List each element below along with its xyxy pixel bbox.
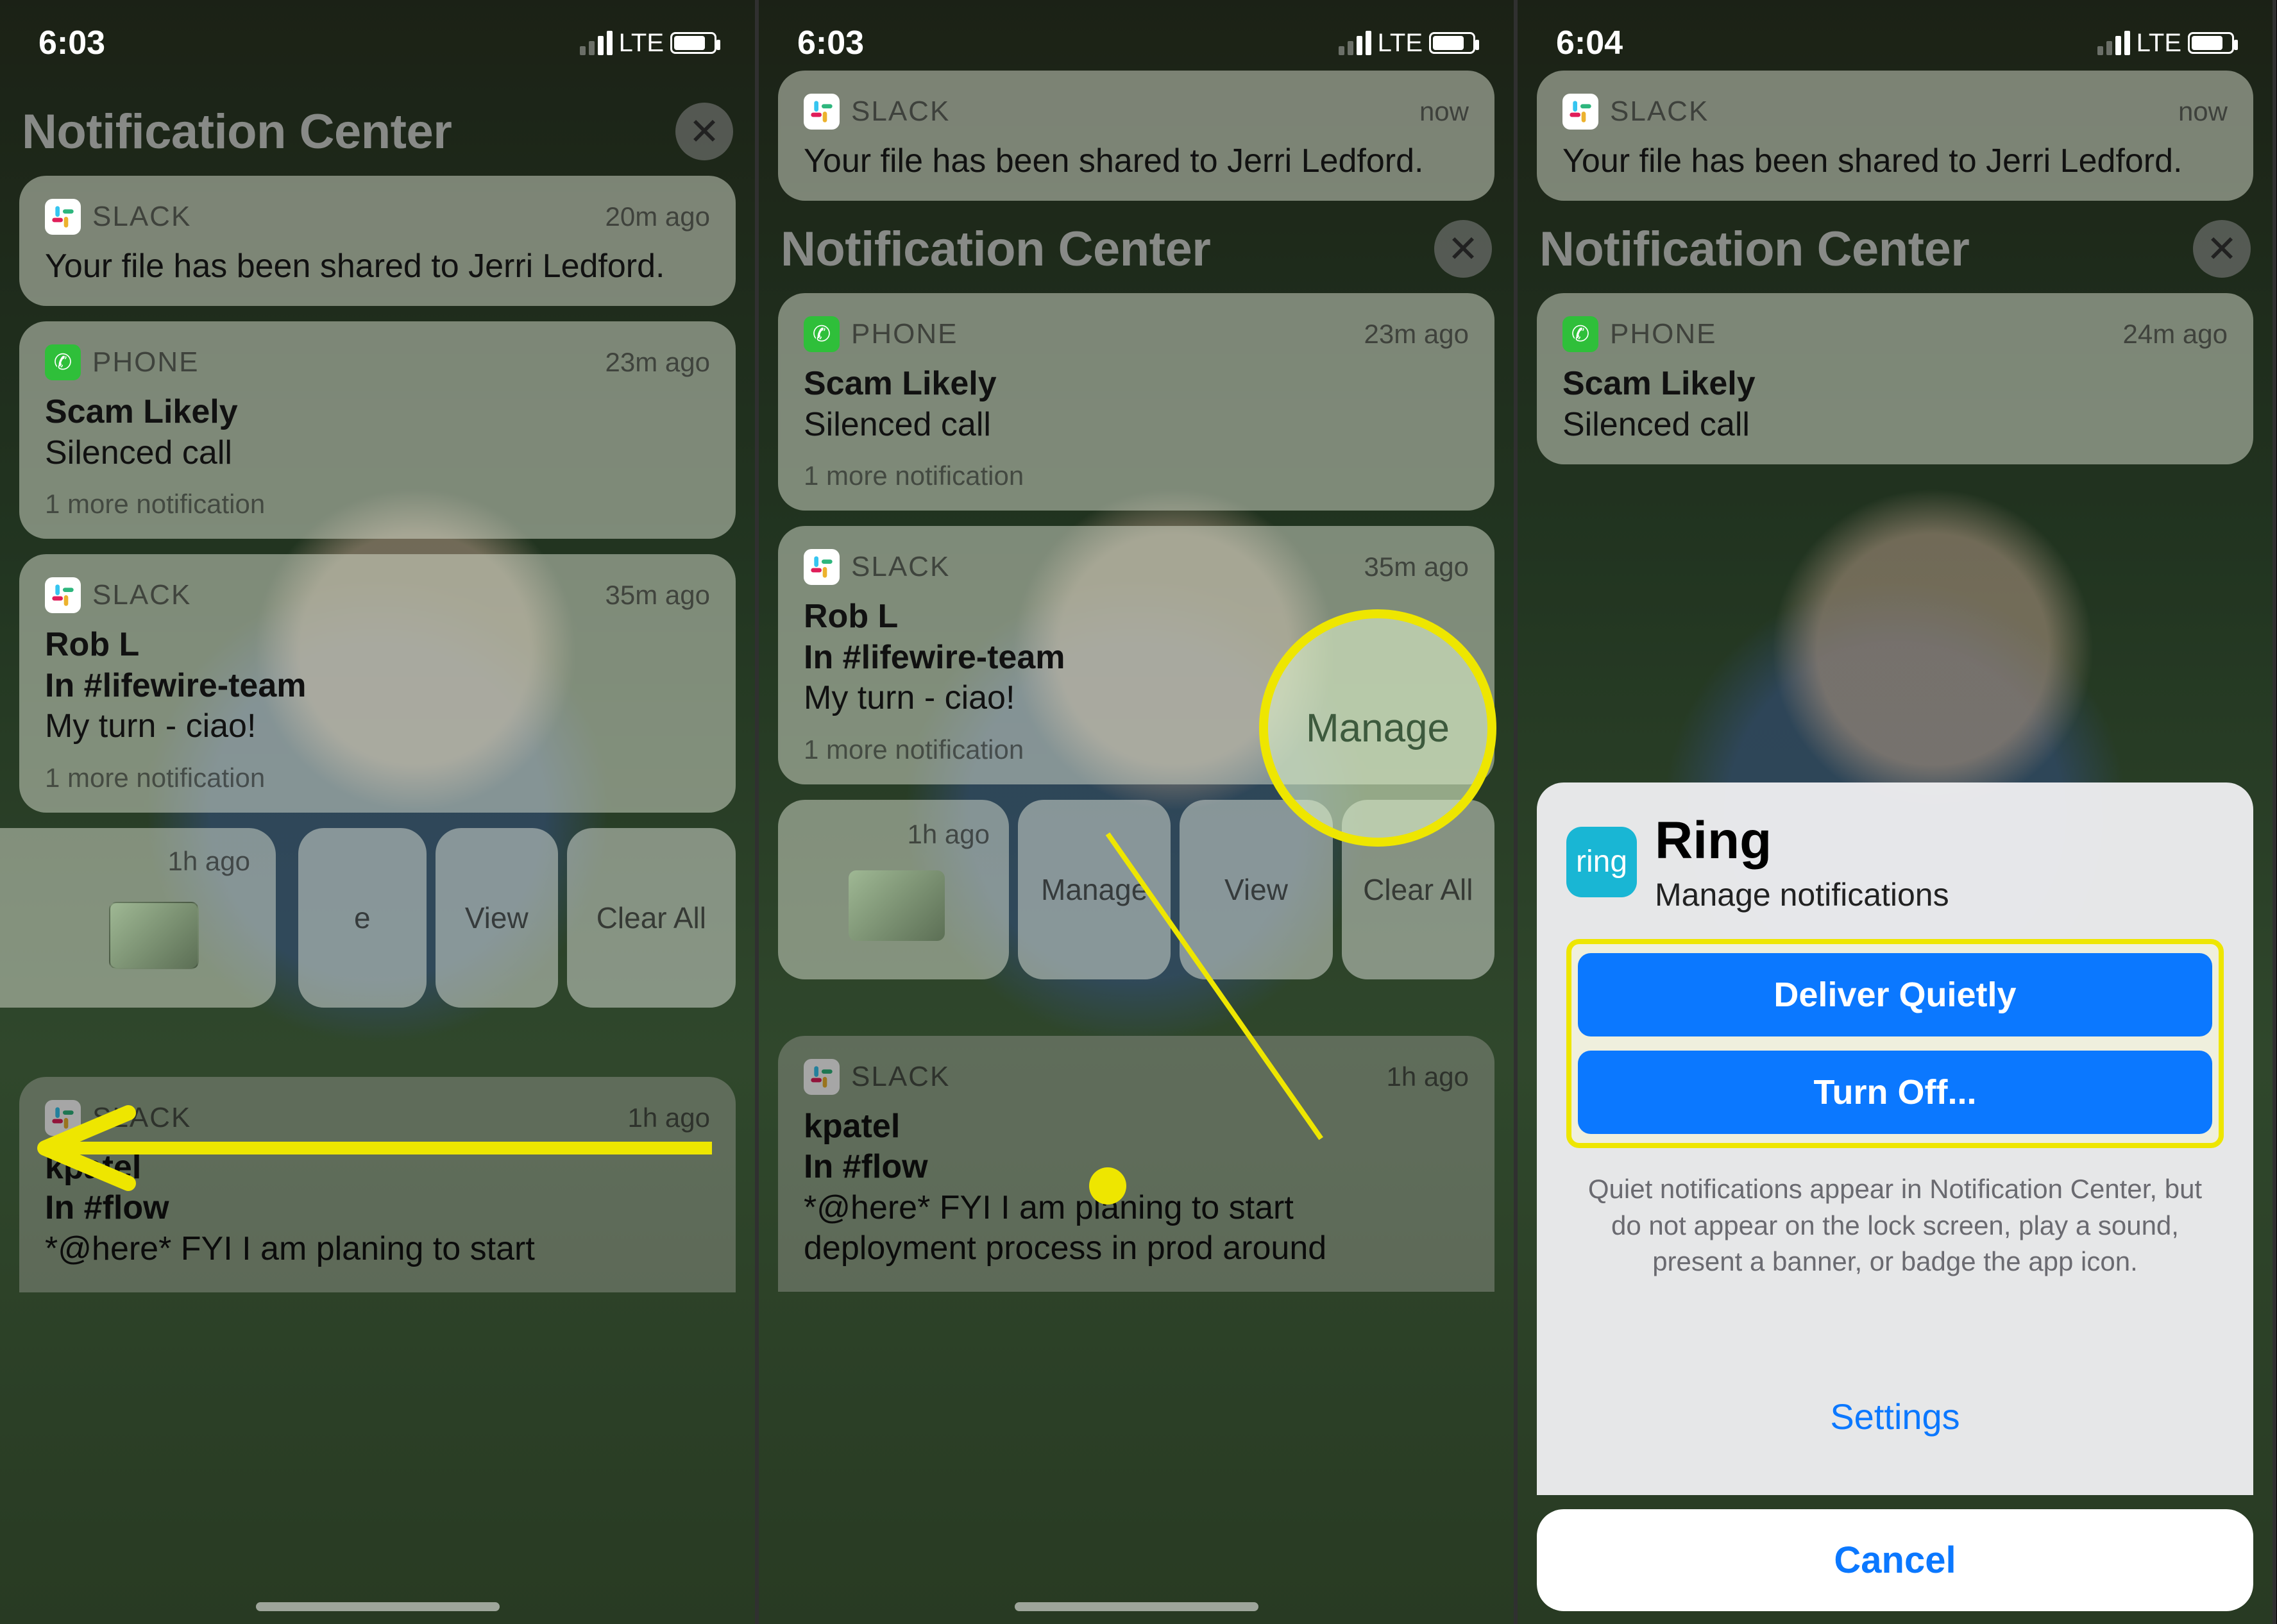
panel-1: 6:03 LTE Notification Center ✕ SLACK 20m… — [0, 0, 759, 1624]
app-name: SLACK — [92, 579, 191, 611]
notification-body: Your file has been shared to Jerri Ledfo… — [804, 141, 1469, 182]
notification-slack-1[interactable]: SLACK now Your file has been shared to J… — [778, 71, 1494, 201]
panel-3: 6:04 LTE SLACK now Your file has been sh… — [1518, 0, 2276, 1624]
notification-title: Scam Likely — [1562, 364, 2228, 404]
phone-icon: ✆ — [45, 344, 81, 380]
app-name: PHONE — [851, 318, 958, 350]
panel-2: 6:03 LTE SLACK now Your file has been sh… — [759, 0, 1518, 1624]
phone-icon: ✆ — [1562, 316, 1598, 352]
sheet-subtitle: Manage notifications — [1655, 876, 1949, 913]
battery-icon — [1429, 32, 1475, 54]
status-bar: 6:03 LTE — [759, 14, 1514, 72]
signal-icon — [580, 31, 613, 55]
app-name: SLACK — [92, 201, 191, 233]
notification-slack-1[interactable]: SLACK now Your file has been shared to J… — [1537, 71, 2253, 201]
slack-icon — [1562, 94, 1598, 130]
notification-body: Your file has been shared to Jerri Ledfo… — [1562, 141, 2228, 182]
turn-off-button[interactable]: Turn Off... — [1578, 1051, 2212, 1134]
timestamp: 24m ago — [2123, 319, 2228, 350]
notification-slack-1[interactable]: SLACK 20m ago Your file has been shared … — [19, 176, 736, 306]
app-name: SLACK — [1610, 96, 1709, 128]
notification-sender: Rob L — [804, 596, 1469, 637]
timestamp: now — [2178, 96, 2228, 127]
timestamp: now — [1419, 96, 1469, 127]
battery-icon — [670, 32, 716, 54]
notification-message: My turn - ciao! — [45, 706, 710, 747]
clock: 6:04 — [1556, 24, 1623, 62]
notification-sender: Rob L — [45, 625, 710, 665]
timestamp: 23m ago — [605, 347, 710, 378]
notification-body: Silenced call — [804, 405, 1469, 445]
timestamp: 35m ago — [605, 580, 710, 611]
notification-slack-2[interactable]: SLACK 35m ago Rob L In #lifewire-team My… — [19, 554, 736, 812]
timestamp: 35m ago — [1364, 552, 1469, 582]
notification-body: Silenced call — [45, 433, 710, 473]
home-indicator[interactable] — [256, 1602, 500, 1611]
timestamp: 1h ago — [168, 846, 250, 877]
swiped-notification[interactable]: 1h ago Manage View Clear All — [778, 800, 1494, 979]
notification-phone[interactable]: ✆ PHONE 23m ago Scam Likely Silenced cal… — [778, 293, 1494, 511]
thumbnail — [109, 902, 199, 969]
settings-button[interactable]: Settings — [1566, 1370, 2224, 1463]
status-bar: 6:03 LTE — [0, 14, 755, 72]
notification-message: My turn - ciao! — [804, 678, 1469, 718]
notification-phone[interactable]: ✆ PHONE 23m ago Scam Likely Silenced cal… — [19, 321, 736, 539]
swiped-notification[interactable]: 1h ago our e View Clear All — [19, 828, 736, 1008]
more-notifications: 1 more notification — [45, 763, 710, 793]
home-indicator[interactable] — [1015, 1602, 1258, 1611]
notification-title: Scam Likely — [804, 364, 1469, 404]
clock: 6:03 — [38, 24, 105, 62]
app-name: SLACK — [851, 551, 950, 583]
signal-icon — [1339, 31, 1371, 55]
clear-all-button[interactable]: Clear All — [567, 828, 736, 1008]
slack-icon — [804, 549, 840, 585]
notification-body: Silenced call — [1562, 405, 2228, 445]
app-name: PHONE — [1610, 318, 1716, 350]
manage-notifications-sheet: ring Ring Manage notifications Deliver Q… — [1537, 782, 2253, 1611]
view-button[interactable]: View — [1180, 800, 1332, 979]
clock: 6:03 — [797, 24, 864, 62]
view-button[interactable]: View — [436, 828, 558, 1008]
clear-all-button[interactable]: Clear All — [1342, 800, 1494, 979]
slack-icon — [804, 94, 840, 130]
timestamp: 20m ago — [605, 201, 710, 232]
network-label: LTE — [619, 29, 664, 58]
app-name: PHONE — [92, 346, 199, 378]
signal-icon — [2097, 31, 2130, 55]
manage-button-cropped[interactable]: e — [298, 828, 427, 1008]
network-label: LTE — [1378, 29, 1423, 58]
phone-icon: ✆ — [804, 316, 840, 352]
slack-icon — [45, 199, 81, 235]
sheet-description: Quiet notifications appear in Notificati… — [1566, 1171, 2224, 1280]
timestamp: 1h ago — [797, 819, 990, 850]
more-notifications: 1 more notification — [45, 489, 710, 520]
thumbnail — [849, 870, 945, 941]
timestamp: 23m ago — [1364, 319, 1469, 350]
battery-icon — [2188, 32, 2234, 54]
highlight-dot — [1089, 1167, 1126, 1205]
network-label: LTE — [2137, 29, 2181, 58]
app-name: SLACK — [851, 96, 950, 128]
notification-channel: In #lifewire-team — [45, 666, 710, 706]
slack-icon — [45, 577, 81, 613]
deliver-quietly-button[interactable]: Deliver Quietly — [1578, 953, 2212, 1036]
sheet-title: Ring — [1655, 811, 1949, 871]
more-notifications: 1 more notification — [804, 734, 1469, 765]
notification-phone[interactable]: ✆ PHONE 24m ago Scam Likely Silenced cal… — [1537, 293, 2253, 464]
notification-slack-2[interactable]: SLACK 35m ago Rob L In #lifewire-team My… — [778, 526, 1494, 784]
ring-app-icon: ring — [1566, 827, 1637, 897]
action-buttons-highlight: Deliver Quietly Turn Off... — [1566, 939, 2224, 1148]
status-bar: 6:04 LTE — [1518, 14, 2273, 72]
more-notifications: 1 more notification — [804, 461, 1469, 491]
notification-title: Scam Likely — [45, 392, 710, 432]
cancel-button[interactable]: Cancel — [1537, 1509, 2253, 1611]
notification-channel: In #lifewire-team — [804, 638, 1469, 678]
notification-body: Your file has been shared to Jerri Ledfo… — [45, 246, 710, 287]
